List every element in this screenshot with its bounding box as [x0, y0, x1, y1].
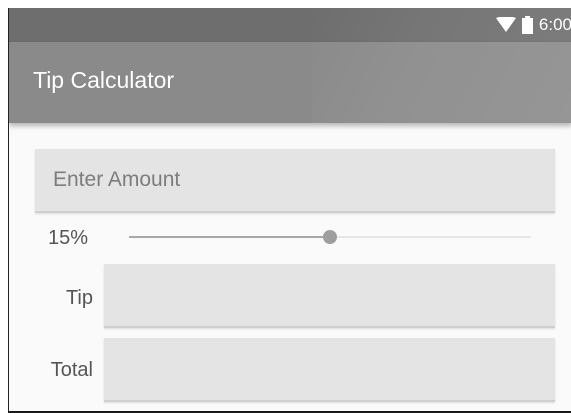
clock: 6:00: [538, 15, 571, 34]
amount-placeholder: Enter Amount: [53, 168, 181, 191]
tip-percent-label: 15%: [48, 227, 89, 249]
app-bar: Tip Calculator: [9, 8, 571, 123]
tip-output-field[interactable]: [104, 264, 555, 328]
wifi-icon: [495, 17, 516, 32]
tip-label: Tip: [65, 287, 93, 309]
app-screen: 6:00 Tip Calculator Enter Amount 15% Tip…: [8, 8, 571, 413]
status-icons: 6:00: [495, 8, 571, 42]
tip-percent-slider[interactable]: [129, 230, 531, 244]
total-output-field[interactable]: [104, 338, 555, 402]
total-label: Total: [50, 359, 93, 381]
battery-icon: [521, 16, 533, 34]
slider-fill: [129, 236, 330, 238]
slider-thumb[interactable]: [323, 230, 337, 244]
app-title: Tip Calculator: [33, 67, 175, 93]
status-bar: 6:00: [9, 8, 571, 42]
amount-input[interactable]: Enter Amount: [35, 149, 555, 213]
